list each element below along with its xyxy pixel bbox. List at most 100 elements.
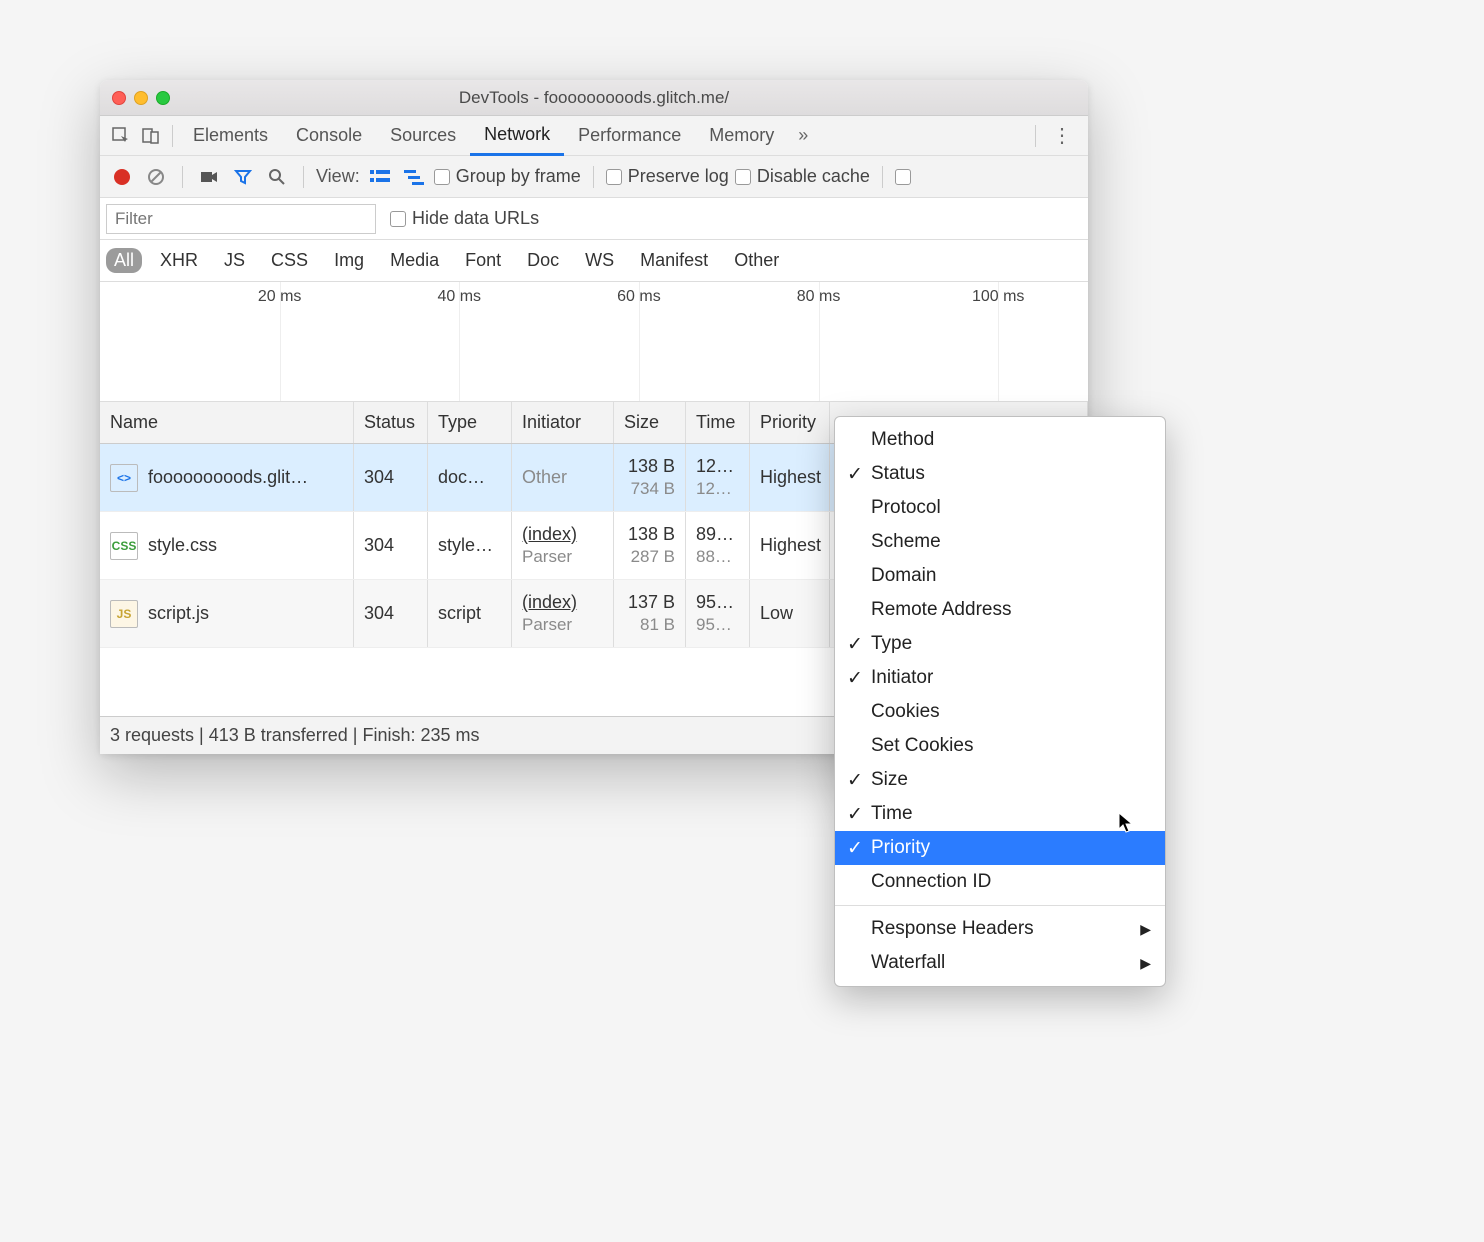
request-priority: Low (750, 580, 830, 647)
type-filter-css[interactable]: CSS (263, 248, 316, 273)
inspect-element-icon[interactable] (106, 121, 136, 151)
divider (172, 125, 173, 147)
menu-item-initiator[interactable]: ✓Initiator (835, 661, 1165, 695)
type-filter-other[interactable]: Other (726, 248, 787, 273)
preserve-log-checkbox[interactable]: Preserve log (606, 166, 729, 187)
disable-cache-checkbox[interactable]: Disable cache (735, 166, 870, 187)
tab-console[interactable]: Console (282, 116, 376, 156)
request-type: script (428, 580, 512, 647)
menu-item-status[interactable]: ✓Status (835, 457, 1165, 491)
search-icon[interactable] (263, 163, 291, 191)
column-priority[interactable]: Priority (750, 402, 830, 443)
more-tabs-button[interactable]: » (788, 125, 818, 146)
minimize-window-button[interactable] (134, 91, 148, 105)
type-filter-font[interactable]: Font (457, 248, 509, 273)
menu-item-connection-id[interactable]: Connection ID (835, 865, 1165, 899)
column-initiator[interactable]: Initiator (512, 402, 614, 443)
menu-item-time[interactable]: ✓Time (835, 797, 1165, 831)
column-name[interactable]: Name (100, 402, 354, 443)
menu-divider (835, 905, 1165, 906)
window-title: DevTools - fooooooooods.glitch.me/ (100, 88, 1088, 108)
check-icon: ✓ (847, 463, 863, 486)
file-css-icon: CSS (110, 532, 138, 560)
menu-item-set-cookies[interactable]: Set Cookies (835, 729, 1165, 763)
initiator-link[interactable]: (index) (522, 523, 577, 546)
view-label: View: (316, 166, 360, 187)
type-filter-media[interactable]: Media (382, 248, 447, 273)
menu-item-protocol[interactable]: Protocol (835, 491, 1165, 525)
column-context-menu: Method✓StatusProtocolSchemeDomainRemote … (834, 416, 1166, 987)
menu-item-domain[interactable]: Domain (835, 559, 1165, 593)
menu-item-priority[interactable]: ✓Priority (835, 831, 1165, 865)
tab-performance[interactable]: Performance (564, 116, 695, 156)
main-tabs: ElementsConsoleSourcesNetworkPerformance… (100, 116, 1088, 156)
check-icon: ✓ (847, 633, 863, 656)
request-name: style.css (148, 535, 217, 556)
type-filter-row: All XHR JS CSS Img Media Font Doc WS Manifest Othe… (100, 240, 1088, 282)
column-status[interactable]: Status (354, 402, 428, 443)
device-toolbar-icon[interactable] (136, 121, 166, 151)
request-type: doc… (428, 444, 512, 511)
large-rows-icon[interactable] (366, 163, 394, 191)
hide-data-urls-checkbox[interactable]: Hide data URLs (390, 208, 539, 229)
type-filter-js[interactable]: JS (216, 248, 253, 273)
request-name: fooooooooods.glit… (148, 467, 308, 488)
settings-menu-icon[interactable]: ⋮ (1042, 123, 1082, 148)
filter-icon[interactable] (229, 163, 257, 191)
request-type: style… (428, 512, 512, 579)
menu-item-scheme[interactable]: Scheme (835, 525, 1165, 559)
divider (1035, 125, 1036, 147)
request-name: script.js (148, 603, 209, 624)
summary-text: 3 requests | 413 B transferred | Finish:… (110, 725, 480, 746)
cursor-icon (1118, 812, 1136, 840)
offline-checkbox[interactable] (895, 169, 911, 185)
file-doc-icon: <> (110, 464, 138, 492)
menu-item-remote-address[interactable]: Remote Address (835, 593, 1165, 627)
divider (593, 166, 594, 188)
request-priority: Highest (750, 444, 830, 511)
camera-icon[interactable] (195, 163, 223, 191)
clear-icon[interactable] (142, 163, 170, 191)
timeline[interactable]: 20 ms40 ms60 ms80 ms100 ms (100, 282, 1088, 402)
submenu-arrow-icon: ▶ (1140, 955, 1151, 972)
menu-item-response-headers[interactable]: Response Headers▶ (835, 912, 1165, 946)
type-filter-ws[interactable]: WS (577, 248, 622, 273)
network-toolbar: View: Group by frame Preserve log Disabl… (100, 156, 1088, 198)
initiator-link: Other (522, 466, 567, 489)
close-window-button[interactable] (112, 91, 126, 105)
tab-network[interactable]: Network (470, 116, 564, 156)
check-icon: ✓ (847, 803, 863, 826)
menu-item-waterfall[interactable]: Waterfall▶ (835, 946, 1165, 980)
filter-row: Hide data URLs (100, 198, 1088, 240)
titlebar: DevTools - fooooooooods.glitch.me/ (100, 80, 1088, 116)
group-by-frame-checkbox[interactable]: Group by frame (434, 166, 581, 187)
menu-item-type[interactable]: ✓Type (835, 627, 1165, 661)
tab-memory[interactable]: Memory (695, 116, 788, 156)
initiator-link[interactable]: (index) (522, 591, 577, 614)
window-controls (112, 91, 170, 105)
waterfall-view-icon[interactable] (400, 163, 428, 191)
column-type[interactable]: Type (428, 402, 512, 443)
column-size[interactable]: Size (614, 402, 686, 443)
file-js-icon: JS (110, 600, 138, 628)
type-filter-manifest[interactable]: Manifest (632, 248, 716, 273)
maximize-window-button[interactable] (156, 91, 170, 105)
type-filter-all[interactable]: All (106, 248, 142, 273)
check-icon: ✓ (847, 837, 863, 860)
tab-elements[interactable]: Elements (179, 116, 282, 156)
column-time[interactable]: Time (686, 402, 750, 443)
request-priority: Highest (750, 512, 830, 579)
menu-item-size[interactable]: ✓Size (835, 763, 1165, 797)
record-button[interactable] (108, 163, 136, 191)
type-filter-img[interactable]: Img (326, 248, 372, 273)
type-filter-xhr[interactable]: XHR (152, 248, 206, 273)
check-icon: ✓ (847, 769, 863, 792)
request-status: 304 (354, 512, 428, 579)
submenu-arrow-icon: ▶ (1140, 921, 1151, 938)
tab-sources[interactable]: Sources (376, 116, 470, 156)
filter-input[interactable] (106, 204, 376, 234)
type-filter-doc[interactable]: Doc (519, 248, 567, 273)
devtools-window: DevTools - fooooooooods.glitch.me/ Eleme… (100, 80, 1088, 754)
menu-item-cookies[interactable]: Cookies (835, 695, 1165, 729)
menu-item-method[interactable]: Method (835, 423, 1165, 457)
